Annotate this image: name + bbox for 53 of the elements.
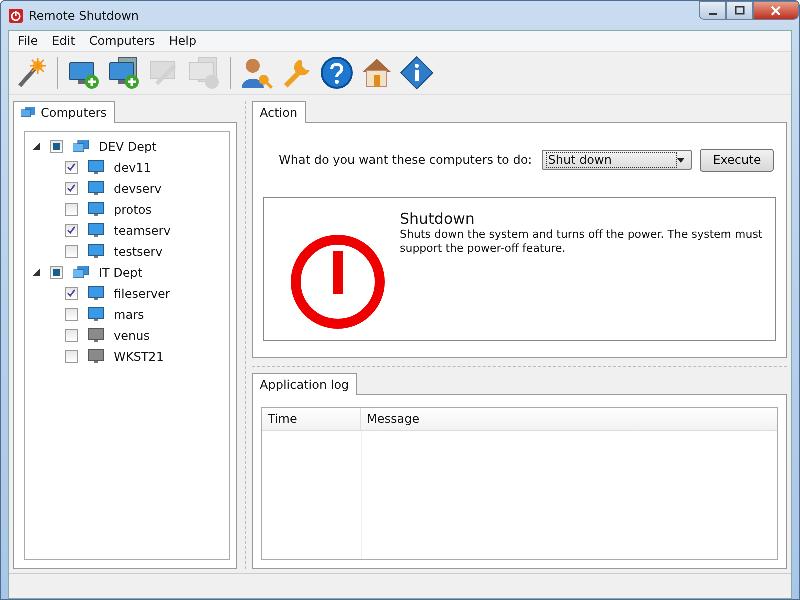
tree-item[interactable]: testserv: [114, 244, 163, 258]
checkbox[interactable]: [65, 245, 78, 258]
tree-item[interactable]: devserv: [114, 182, 162, 196]
menu-item[interactable]: File: [11, 34, 46, 48]
column-header[interactable]: Message: [361, 408, 777, 430]
checkbox[interactable]: [65, 161, 78, 174]
info-icon[interactable]: [399, 55, 435, 91]
menu-item[interactable]: Edit: [45, 34, 82, 48]
action-prompt: What do you want these computers to do:: [279, 153, 532, 167]
checkbox[interactable]: [65, 182, 78, 195]
checkbox[interactable]: [65, 224, 78, 237]
action-tab[interactable]: Action: [252, 101, 306, 123]
power-icon: [9, 8, 23, 22]
close-button[interactable]: [753, 1, 799, 20]
tree-item[interactable]: protos: [114, 202, 152, 216]
execute-button[interactable]: Execute: [700, 148, 774, 172]
checkbox[interactable]: [50, 140, 63, 153]
checkbox[interactable]: [65, 203, 78, 216]
tree-item[interactable]: teamserv: [114, 224, 171, 238]
power-icon: [290, 234, 386, 330]
maximize-button[interactable]: [726, 1, 753, 20]
caret-icon: [677, 158, 686, 162]
checkbox[interactable]: [65, 329, 78, 342]
action-title: Shutdown: [400, 210, 476, 228]
tree-item[interactable]: WKST21: [114, 350, 164, 364]
close-icon: [771, 6, 781, 16]
checkbox[interactable]: [50, 266, 63, 279]
expand-icon[interactable]: [33, 143, 40, 150]
checkbox[interactable]: [65, 308, 78, 321]
computers-icon: [21, 106, 35, 118]
help-icon[interactable]: [319, 55, 355, 91]
minimize-icon: [708, 12, 716, 14]
tree-item[interactable]: IT Dept: [99, 266, 143, 280]
maximize-icon: [734, 6, 744, 16]
tree-item[interactable]: fileserver: [114, 286, 170, 300]
minimize-button[interactable]: [699, 1, 726, 20]
window-title: Remote Shutdown: [29, 8, 140, 22]
computer-group-icon: [73, 140, 89, 154]
computers-tab[interactable]: Computers: [13, 101, 115, 123]
expand-icon[interactable]: [33, 269, 40, 276]
checkbox[interactable]: [65, 350, 78, 363]
checkbox[interactable]: [65, 287, 78, 300]
action-description: Shuts down the system and turns off the power. The system must support the power-off feature.: [400, 228, 764, 256]
tree-item[interactable]: mars: [114, 308, 144, 322]
menu-item[interactable]: Help: [162, 34, 204, 48]
column-header[interactable]: Time: [262, 408, 361, 430]
application-log-tab[interactable]: Application log: [252, 373, 358, 395]
action-dropdown[interactable]: Shut down: [542, 150, 692, 170]
tree-item[interactable]: dev11: [114, 160, 152, 174]
tree-item[interactable]: DEV Dept: [99, 140, 157, 154]
computer-group-icon: [73, 266, 89, 280]
menu-item[interactable]: Computers: [82, 34, 162, 48]
tree-item[interactable]: venus: [114, 328, 150, 342]
